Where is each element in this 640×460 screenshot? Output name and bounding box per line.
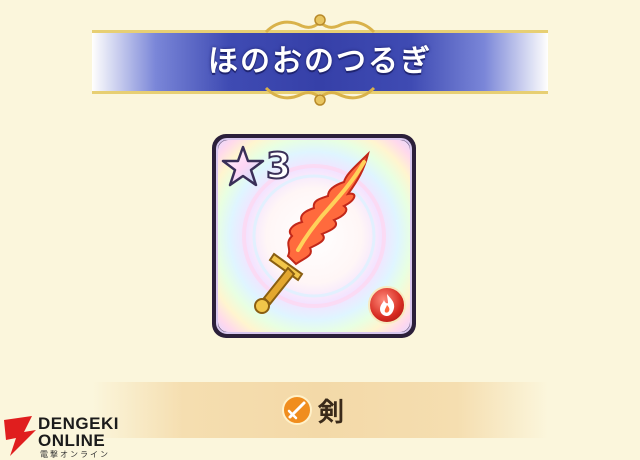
- fire-icon: [380, 294, 395, 316]
- sword-icon: [282, 395, 312, 425]
- rarity-value: 3: [265, 145, 292, 188]
- element-badge: [368, 286, 406, 324]
- watermark-line3: 電撃オンライン: [40, 450, 110, 459]
- banner-bottom-ornament: [264, 86, 376, 106]
- item-type-label: 剣: [318, 398, 345, 428]
- watermark-line2: ONLINE: [38, 431, 106, 450]
- rarity-indicator: 3: [220, 144, 304, 190]
- star-icon: [221, 145, 265, 187]
- item-name-banner: ほのおのつるぎ: [0, 0, 640, 110]
- item-card[interactable]: 3: [212, 134, 416, 338]
